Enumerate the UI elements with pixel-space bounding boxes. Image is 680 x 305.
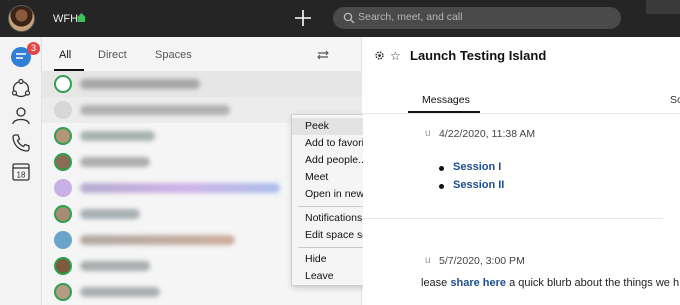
- calendar-day: 18: [17, 171, 26, 180]
- message-text-suffix: a quick blurb about the things we h: [506, 277, 680, 289]
- avatar: [54, 75, 72, 93]
- share-here-link[interactable]: share here: [450, 277, 506, 289]
- tab-schedule[interactable]: Sc: [670, 94, 680, 106]
- redacted-name: [80, 261, 150, 271]
- unread-badge: 3: [27, 42, 40, 55]
- avatar: [54, 205, 72, 223]
- tab-divider: [363, 113, 680, 114]
- calendar-icon: 18: [12, 163, 30, 181]
- avatar: [54, 283, 72, 301]
- space-title: Launch Testing Island: [410, 48, 547, 63]
- new-button-plus-icon[interactable]: [292, 7, 314, 29]
- message-text: lease share here a quick blurb about the…: [421, 277, 679, 289]
- message-timestamp: 5/7/2020, 3:00 PM: [439, 255, 525, 267]
- date-divider: [363, 218, 663, 219]
- status-text[interactable]: WFH: [53, 13, 78, 25]
- redacted-name: [80, 209, 140, 219]
- tab-direct[interactable]: Direct: [98, 49, 127, 61]
- window-control[interactable]: [646, 0, 680, 14]
- session-link[interactable]: Session I: [453, 161, 501, 173]
- message-text-prefix: lease: [421, 277, 451, 289]
- phone-icon: [12, 134, 30, 152]
- redacted-name: [80, 183, 280, 193]
- sender-indicator-icon: u: [425, 128, 431, 139]
- redacted-name: [80, 105, 230, 115]
- list-tabs: All Direct Spaces: [42, 37, 362, 71]
- teams-icon: [11, 78, 31, 98]
- search-input[interactable]: Search, meet, and call: [333, 7, 621, 29]
- tab-messages[interactable]: Messages: [422, 94, 470, 106]
- redacted-name: [80, 287, 160, 297]
- favorite-star-icon[interactable]: ☆: [390, 49, 401, 63]
- gear-icon[interactable]: [374, 50, 385, 61]
- avatar: [54, 257, 72, 275]
- search-icon: [343, 12, 355, 24]
- list-item[interactable]: [42, 71, 362, 97]
- calling-rail-button[interactable]: [9, 131, 33, 155]
- left-rail: 3 18: [0, 37, 42, 305]
- avatar: [54, 179, 72, 197]
- top-bar: WFH Search, meet, and call: [0, 0, 680, 37]
- user-avatar[interactable]: [8, 5, 35, 32]
- tab-all[interactable]: All: [59, 49, 71, 61]
- avatar: [54, 153, 72, 171]
- person-icon: [12, 107, 30, 125]
- redacted-name: [80, 79, 200, 89]
- space-panel: ☆ Launch Testing Island Messages Sc u 4/…: [363, 37, 680, 305]
- redacted-name: [80, 157, 150, 167]
- redacted-name: [80, 131, 155, 141]
- sender-indicator-icon: u: [425, 255, 431, 266]
- message-timestamp: 4/22/2020, 11:38 AM: [439, 128, 536, 140]
- filter-icon[interactable]: [317, 49, 329, 61]
- bullet-icon: [439, 166, 444, 171]
- avatar: [54, 127, 72, 145]
- bullet-icon: [439, 184, 444, 189]
- avatar: [54, 231, 72, 249]
- session-link[interactable]: Session II: [453, 179, 504, 191]
- contacts-rail-button[interactable]: [9, 104, 33, 128]
- teams-rail-button[interactable]: [9, 77, 33, 101]
- redacted-name: [80, 235, 235, 245]
- avatar: [54, 101, 72, 119]
- search-placeholder: Search, meet, and call: [358, 11, 463, 23]
- tab-spaces[interactable]: Spaces: [155, 49, 192, 61]
- home-icon: [77, 13, 86, 22]
- messaging-rail-button[interactable]: 3: [9, 42, 40, 69]
- calendar-rail-button[interactable]: 18: [9, 160, 33, 184]
